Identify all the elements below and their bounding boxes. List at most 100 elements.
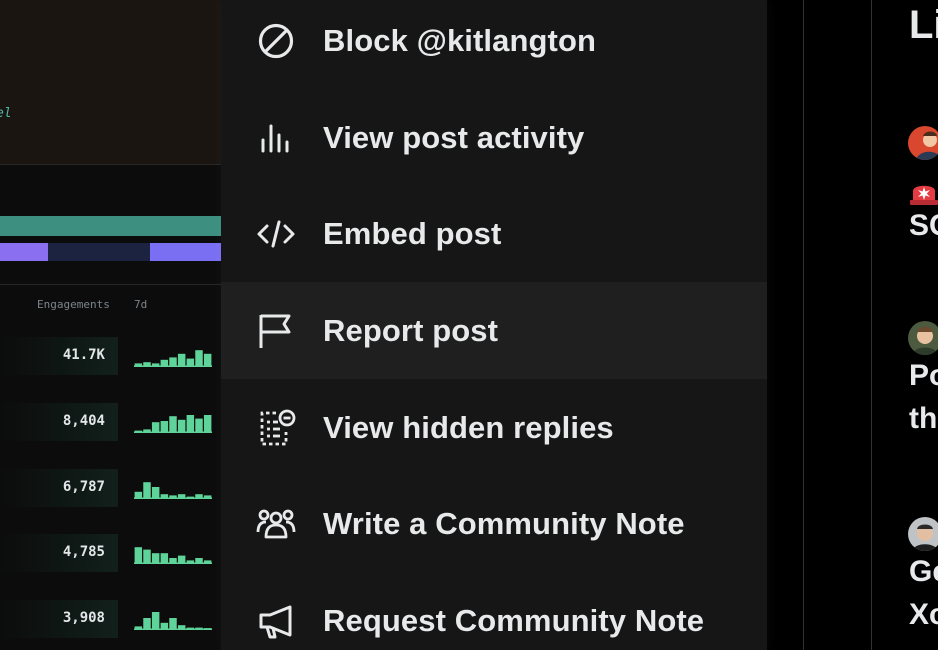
table-row: 3,908 [0,600,222,638]
table-row: 4,785 [0,534,222,572]
code-icon [255,213,297,255]
sparkline-bar [186,496,195,499]
trend-text[interactable]: Ge [909,551,938,593]
menu-item-label: View hidden replies [323,409,614,445]
people-icon [255,503,297,545]
sparkline-bar [177,625,186,630]
sparkline-bar [143,429,151,433]
sparkline-bar [195,418,203,433]
avatar[interactable] [908,321,938,355]
bar-chart-icon [255,117,297,159]
sidebar-card: Li SC Po th Ge Xc [871,0,938,650]
menu-item-report-post[interactable]: Report post [221,282,767,379]
menu-item-label: Write a Community Note [323,505,685,541]
sparkline-bar [160,622,169,630]
sparkline-bar [151,553,160,564]
sparkline-bar [160,494,169,499]
sparkline-bar [177,419,186,433]
usage-bar-purple [0,243,48,261]
menu-item-block[interactable]: Block @kitlangton [221,0,767,89]
menu-item-request-community-note[interactable]: Request Community Note [221,572,767,650]
menu-item-view-hidden-replies[interactable]: View hidden replies [221,379,767,476]
sparkline-bar [177,494,186,499]
megaphone-icon [255,600,297,642]
menu-item-label: Block @kitlangton [323,22,597,58]
flag-icon [255,310,297,352]
block-icon [255,20,297,62]
sparkline-bar [203,415,212,433]
sparkline-bar [143,482,151,499]
sparkline-chart [134,415,212,433]
post-options-menu: Block @kitlangton View post activity Emb… [221,0,767,650]
sparkline-bar [134,363,143,367]
sparkline-bar [151,363,160,367]
sparkline-bar [134,626,143,630]
sparkline-bar [160,553,169,564]
sparkline-chart [134,482,212,499]
engagements-value: 6,787 [62,479,105,495]
engagements-value: 41.7K [62,347,105,363]
menu-item-label: Request Community Note [323,602,705,638]
sparkline-bar [195,494,203,499]
sparkline-bar [143,362,151,367]
usage-bar-navy [48,243,150,261]
sparkline-bar [169,618,177,630]
sparkline-chart [134,350,212,367]
trend-text[interactable]: SC [909,205,938,247]
sparkline-bar [151,487,160,499]
sparkline-bar [160,359,169,367]
menu-item-label: View post activity [323,119,585,155]
sparkline-bar [134,491,143,499]
hidden-replies-icon [255,407,297,449]
sparkline-bar [177,353,186,367]
sparkline-bar [151,422,160,433]
sparkline-bar [186,415,195,433]
period-column-header: 7d [134,298,148,311]
column-separator [803,0,804,650]
usage-bar-purple-right [150,243,222,261]
sparkline-bar [169,416,177,433]
sparkline-bar [203,628,212,630]
siren-emoji-icon [910,185,938,205]
sparkline-bar [195,627,203,630]
sparkline-bar [169,357,177,367]
dashboard-header-panel: el [0,0,222,165]
menu-item-write-community-note[interactable]: Write a Community Note [221,475,767,572]
avatar[interactable] [908,126,938,160]
menu-item-view-post-activity[interactable]: View post activity [221,89,767,186]
menu-item-label: Embed post [323,215,502,251]
sparkline-bar [195,558,203,564]
sparkline-bar [134,430,143,433]
sparkline-bar [195,350,203,367]
sparkline-chart [134,612,212,630]
sparkline-bar [203,560,212,564]
sparkline-bar [186,358,195,367]
sparkline-bar [134,547,143,564]
trend-text[interactable]: Xc [909,594,938,636]
menu-item-embed-post[interactable]: Embed post [221,185,767,282]
sparkline-bar [169,558,177,564]
sparkline-bar [169,495,177,499]
sparkline-bar [160,421,169,433]
trend-text[interactable]: th [909,398,937,440]
sidebar-card-title: Li [909,3,938,47]
sparkline-chart [134,547,212,564]
divider [0,284,222,285]
table-row: 41.7K [0,337,222,375]
engagements-value: 8,404 [62,413,105,429]
sparkline-bar [203,353,212,367]
code-snippet-text: el [0,106,12,121]
sparkline-bar [151,612,160,630]
table-row: 6,787 [0,469,222,507]
sparkline-bar [203,495,212,499]
engagements-column-header: Engagements [37,298,110,311]
post-media-image[interactable]: el Engagements 7d 41.7K 8,404 6,787 4,78… [0,0,222,650]
trend-text[interactable]: Po [909,355,938,397]
sparkline-bar [143,618,151,630]
avatar[interactable] [908,517,938,551]
table-row: 8,404 [0,403,222,441]
sparkline-bar [186,627,195,630]
engagements-value: 4,785 [62,544,105,560]
sparkline-bar [186,560,195,564]
sparkline-bar [177,555,186,564]
